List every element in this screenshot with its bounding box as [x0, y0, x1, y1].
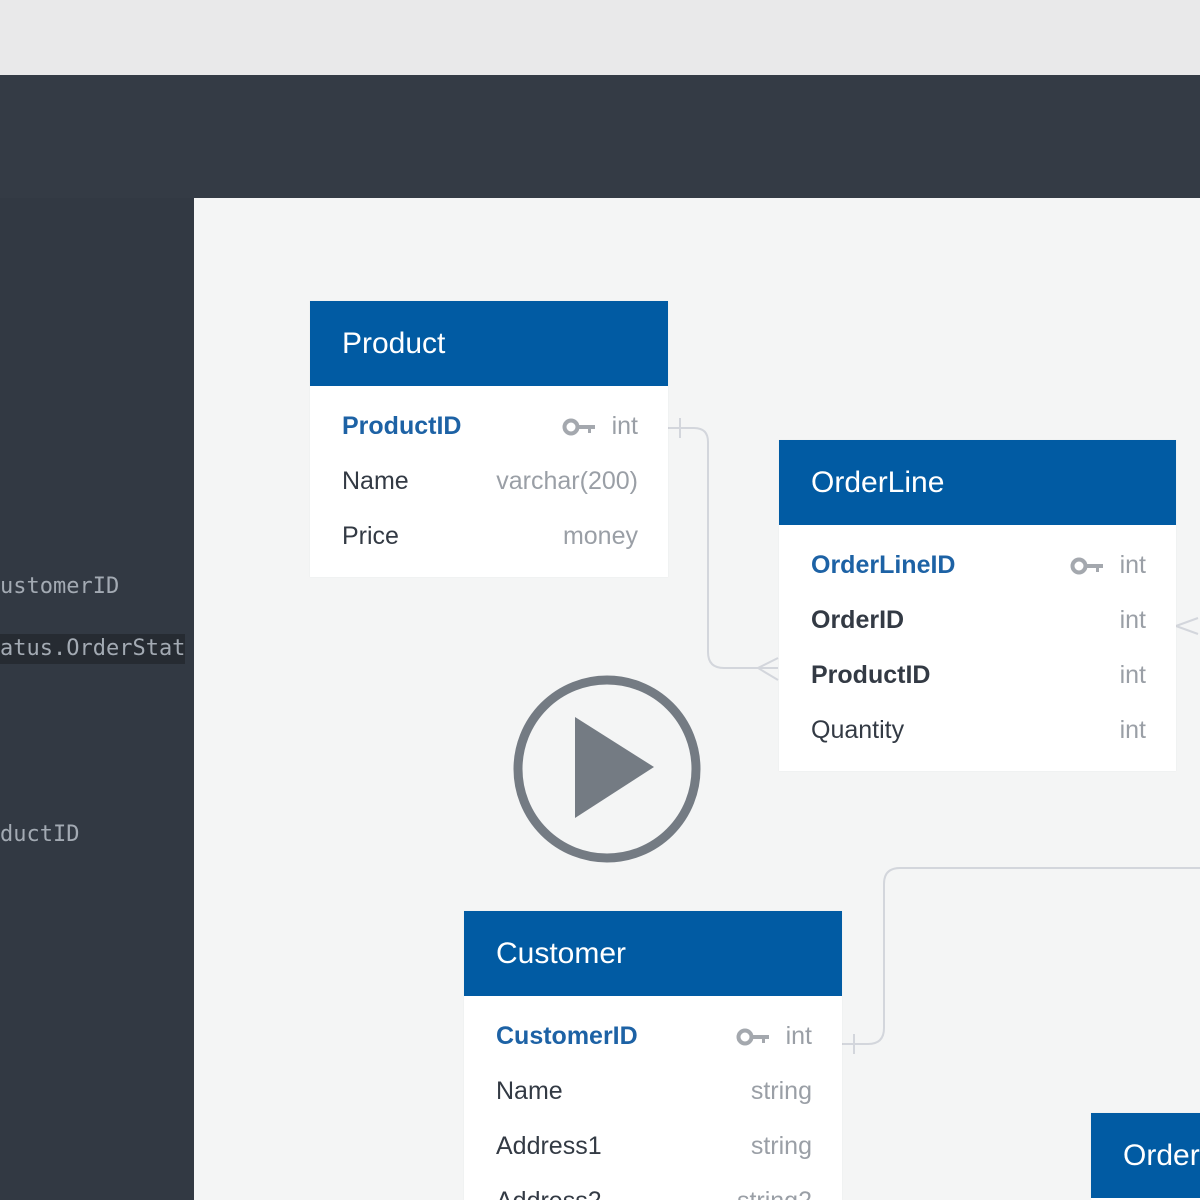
play-icon[interactable]: [510, 672, 704, 866]
field-name: Name: [496, 1077, 563, 1105]
field-type: string: [750, 1132, 812, 1160]
field-name: Address2: [496, 1187, 737, 1200]
code-line-highlighted[interactable]: atus.OrderStat: [0, 634, 186, 664]
code-editor[interactable]: ustomerID atus.OrderStat ductID: [0, 198, 194, 1200]
key-icon: [736, 1028, 769, 1045]
field-type: int: [1119, 606, 1146, 634]
table-order[interactable]: Order: [1091, 1113, 1200, 1200]
field-name: Address1: [496, 1132, 602, 1160]
field-type: int: [785, 1022, 812, 1050]
key-icon: [1070, 557, 1103, 574]
table-field-row[interactable]: OrderLineID int: [779, 538, 1176, 593]
code-line[interactable]: ductID: [0, 822, 79, 847]
field-name: Name: [342, 467, 409, 495]
field-type: varchar(200): [496, 467, 638, 495]
table-header[interactable]: Order: [1091, 1113, 1200, 1198]
field-name: ProductID: [342, 412, 462, 440]
field-name: OrderLineID: [811, 551, 956, 579]
field-type: int: [611, 412, 638, 440]
field-name: OrderID: [811, 606, 905, 634]
field-type: int: [1119, 551, 1146, 579]
field-type: int: [1119, 661, 1146, 689]
field-name: ProductID: [811, 661, 931, 689]
field-name: Quantity: [811, 716, 905, 744]
table-field-row[interactable]: Quantity int: [779, 703, 1176, 758]
field-type: string2: [737, 1187, 812, 1200]
table-customer[interactable]: Customer CustomerID int Name string Addr…: [464, 911, 842, 1200]
field-type: money: [562, 522, 638, 550]
field-type: int: [1119, 716, 1146, 744]
table-field-row[interactable]: Address1 string: [464, 1119, 842, 1174]
table-header[interactable]: Product: [310, 301, 668, 386]
table-field-row[interactable]: Name string: [464, 1064, 842, 1119]
table-product[interactable]: Product ProductID int Name varchar(200) …: [310, 301, 668, 577]
table-field-row[interactable]: OrderID int: [779, 593, 1176, 648]
browser-top-bar: [0, 0, 1200, 75]
field-type: string: [750, 1077, 812, 1105]
table-header[interactable]: OrderLine: [779, 440, 1176, 525]
table-field-row[interactable]: CustomerID int: [464, 1009, 842, 1064]
table-header[interactable]: Customer: [464, 911, 842, 996]
code-line[interactable]: ustomerID: [0, 574, 119, 599]
key-icon: [562, 418, 595, 435]
field-name: Price: [342, 522, 399, 550]
table-field-row[interactable]: Address2 string2: [464, 1174, 842, 1200]
app-header: [0, 75, 1200, 198]
table-field-row[interactable]: ProductID int: [310, 399, 668, 454]
table-field-row[interactable]: Name varchar(200): [310, 454, 668, 509]
field-name: CustomerID: [496, 1022, 638, 1050]
table-orderline[interactable]: OrderLine OrderLineID int OrderID int Pr…: [779, 440, 1176, 771]
table-field-row[interactable]: ProductID int: [779, 648, 1176, 703]
table-field-row[interactable]: Price money: [310, 509, 668, 564]
